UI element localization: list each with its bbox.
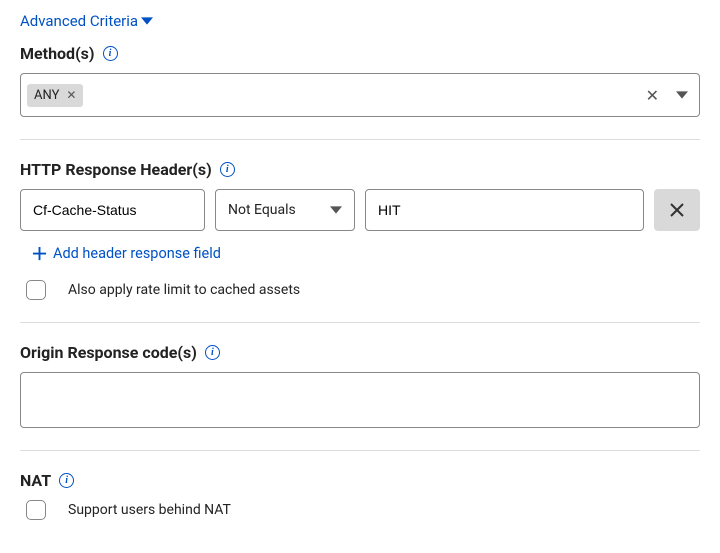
close-icon: [669, 202, 685, 218]
method-tag: ANY ✕: [27, 84, 83, 107]
advanced-criteria-toggle[interactable]: Advanced Criteria: [20, 12, 153, 30]
nat-checkbox-label: Support users behind NAT: [68, 502, 231, 518]
divider: [20, 139, 700, 140]
cached-assets-row: Also apply rate limit to cached assets: [20, 280, 700, 300]
nat-label: NAT: [20, 471, 51, 490]
http-headers-label-row: HTTP Response Header(s) i: [20, 160, 700, 179]
clear-all-icon[interactable]: ✕: [640, 86, 665, 105]
header-operator-select[interactable]: Not Equals: [215, 189, 355, 231]
info-icon[interactable]: i: [59, 473, 74, 488]
nat-checkbox-row: Support users behind NAT: [20, 500, 700, 520]
divider: [20, 322, 700, 323]
nat-label-row: NAT i: [20, 471, 700, 490]
info-icon[interactable]: i: [220, 162, 235, 177]
origin-codes-section: Origin Response code(s) i: [20, 343, 700, 428]
nat-section: NAT i Support users behind NAT: [20, 471, 700, 520]
methods-section: Method(s) i ANY ✕ ✕: [20, 44, 700, 117]
header-operator-value: Not Equals: [228, 202, 296, 218]
methods-label: Method(s): [20, 44, 95, 63]
origin-codes-label: Origin Response code(s): [20, 343, 197, 362]
origin-codes-input[interactable]: [20, 372, 700, 428]
cached-assets-label: Also apply rate limit to cached assets: [68, 282, 300, 298]
remove-tag-icon[interactable]: ✕: [66, 88, 76, 102]
cached-assets-checkbox[interactable]: [26, 280, 46, 300]
header-rule-row: Not Equals: [20, 189, 700, 231]
info-icon[interactable]: i: [103, 46, 118, 61]
delete-header-row-button[interactable]: [654, 189, 700, 231]
advanced-criteria-label: Advanced Criteria: [20, 12, 138, 30]
origin-codes-label-row: Origin Response code(s) i: [20, 343, 700, 362]
add-header-field-link[interactable]: Add header response field: [32, 245, 221, 262]
caret-down-icon: [330, 204, 342, 216]
header-value-input[interactable]: [365, 189, 644, 231]
http-headers-section: HTTP Response Header(s) i Not Equals Add…: [20, 160, 700, 300]
caret-down-icon: [676, 89, 688, 101]
caret-down-icon: [141, 15, 153, 27]
http-headers-label: HTTP Response Header(s): [20, 160, 212, 179]
method-tag-label: ANY: [34, 88, 59, 103]
info-icon[interactable]: i: [205, 345, 220, 360]
add-header-field-label: Add header response field: [53, 245, 221, 262]
methods-multiselect[interactable]: ANY ✕ ✕: [20, 73, 700, 117]
header-name-input[interactable]: [20, 189, 205, 231]
plus-icon: [32, 246, 47, 261]
divider: [20, 450, 700, 451]
methods-dropdown-caret[interactable]: [671, 89, 693, 101]
methods-label-row: Method(s) i: [20, 44, 700, 63]
nat-checkbox[interactable]: [26, 500, 46, 520]
